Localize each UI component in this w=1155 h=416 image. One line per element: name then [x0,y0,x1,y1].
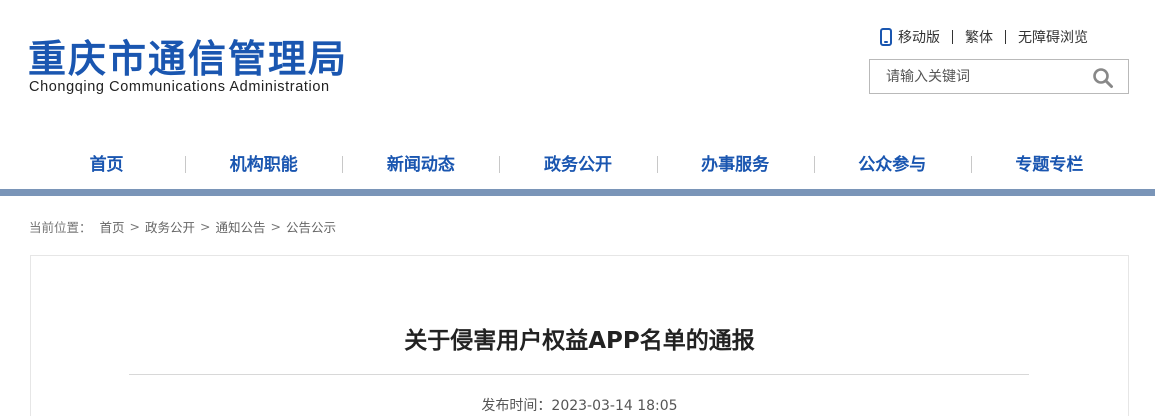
breadcrumb-item-home[interactable]: 首页 [100,217,125,236]
mobile-version-label: 移动版 [898,30,940,46]
nav-item-government-affairs[interactable]: 政务公开 [499,150,656,180]
breadcrumb-separator: > [270,219,282,234]
site-header: 重庆市通信管理局 Chongqing Communications Admini… [0,0,1155,140]
publish-label: 发布时间： [481,398,552,414]
nav-underline-bar [0,189,1155,196]
nav-item-services[interactable]: 办事服务 [656,150,814,180]
accessibility-link[interactable]: 无障碍浏览 [1018,27,1088,47]
nav-item-special-topics[interactable]: 专题专栏 [970,150,1128,180]
breadcrumb-prefix: 当前位置： [29,220,92,235]
breadcrumb-item-government-affairs[interactable]: 政务公开 [145,217,195,236]
site-logo-subtitle: Chongqing Communications Administration [29,79,330,95]
publish-info: 发布时间：2023-03-14 18:05 [31,395,1128,415]
breadcrumb-item-announcements[interactable]: 公告公示 [286,217,336,236]
nav-item-public-participation[interactable]: 公众参与 [813,150,971,180]
site-logo-title[interactable]: 重庆市通信管理局 [28,28,348,83]
mobile-version-link[interactable]: 移动版 [880,27,940,47]
traditional-chinese-link[interactable]: 繁体 [965,27,993,47]
link-divider [952,30,953,44]
breadcrumb: 当前位置： 首页 > 政务公开 > 通知公告 > 公告公示 [29,217,336,236]
nav-item-organization[interactable]: 机构职能 [185,150,342,180]
breadcrumb-item-notices[interactable]: 通知公告 [216,217,266,236]
search-box [869,59,1129,94]
breadcrumb-separator: > [200,219,211,234]
article-panel: 关于侵害用户权益APP名单的通报 发布时间：2023-03-14 18:05 [30,255,1129,416]
nav-item-news[interactable]: 新闻动态 [342,150,499,180]
top-links: 移动版 繁体 无障碍浏览 [880,26,1088,48]
search-input[interactable] [870,60,1080,93]
link-divider [1005,30,1006,44]
phone-icon [880,28,892,46]
search-icon[interactable] [1092,67,1114,89]
main-nav: 首页 机构职能 新闻动态 政务公开 办事服务 公众参与 专题专栏 [28,150,1128,180]
nav-item-home[interactable]: 首页 [28,150,185,180]
publish-time: 2023-03-14 18:05 [551,398,678,414]
title-divider [129,374,1029,375]
breadcrumb-separator: > [129,219,141,234]
article-title: 关于侵害用户权益APP名单的通报 [404,328,755,354]
